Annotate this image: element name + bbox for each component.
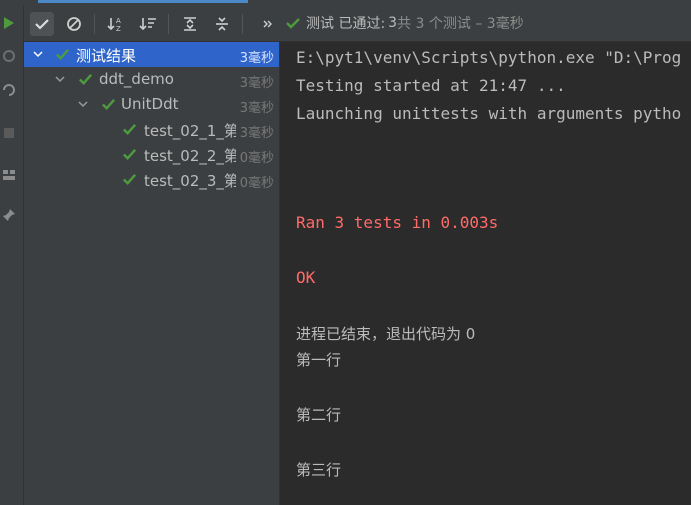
console-output[interactable]: E:\pyt1\venv\Scripts\python.exe "D:\Prog… xyxy=(280,42,691,505)
test-toolbar: AZ 测试 已通过: 3 共 3 个测试 – 3毫秒 xyxy=(24,5,691,42)
console-line: E:\pyt1\venv\Scripts\python.exe "D:\Prog xyxy=(296,48,682,67)
status-check-icon xyxy=(286,18,300,29)
expand-all-button[interactable] xyxy=(178,12,202,36)
console-line-output: 第三行 xyxy=(296,461,342,479)
console-line-output: 第二行 xyxy=(296,406,342,424)
chevron-down-icon[interactable] xyxy=(54,72,66,86)
tree-item-time: 3毫秒 xyxy=(239,51,274,66)
tree-item-label: test_02_1_第 xyxy=(144,122,236,140)
collapse-all-button[interactable] xyxy=(210,12,234,36)
tree-item-label: UnitDdt xyxy=(121,95,179,113)
tree-item-test[interactable]: test_02_2_第 0毫秒 xyxy=(24,142,279,167)
tree-item-time: 3毫秒 xyxy=(239,126,274,141)
sort-alphabetically-button[interactable]: AZ xyxy=(104,12,128,36)
svg-text:A: A xyxy=(116,17,121,25)
more-chevron-icon[interactable] xyxy=(256,12,280,36)
pass-check-icon xyxy=(123,124,137,136)
status-passed-label: 测试 已通过: xyxy=(306,16,386,32)
pass-check-icon xyxy=(56,49,70,61)
left-gutter xyxy=(0,5,24,505)
layout-icon[interactable] xyxy=(0,165,18,185)
pin-icon[interactable] xyxy=(0,205,18,225)
console-line-result: Ran 3 tests in 0.003s xyxy=(296,213,499,232)
rerun-failed-icon[interactable] xyxy=(0,46,18,66)
pass-check-icon xyxy=(123,149,137,161)
show-ignored-button[interactable] xyxy=(62,12,86,36)
toolbar-separator xyxy=(94,14,95,34)
test-results-tree: 测试结果 3毫秒 ddt_demo 3毫秒 UnitDdt 3毫秒 test_0… xyxy=(24,42,279,505)
tree-item-label: test_02_3_第 xyxy=(144,172,236,190)
tree-item-ddt-demo[interactable]: ddt_demo 3毫秒 xyxy=(24,67,279,92)
console-line: Launching unittests with arguments pytho xyxy=(296,104,682,123)
toolbar-separator xyxy=(168,14,169,34)
tree-item-label: test_02_2_第 xyxy=(144,147,236,165)
tree-item-unitddt[interactable]: UnitDdt 3毫秒 xyxy=(24,92,279,117)
chevron-down-icon[interactable] xyxy=(32,47,44,61)
pass-check-icon xyxy=(102,99,116,111)
console-line-output: 第一行 xyxy=(296,351,342,369)
pass-check-icon xyxy=(79,74,93,86)
test-status: 测试 已通过: 3 共 3 个测试 – 3毫秒 xyxy=(285,13,524,33)
toolbar-separator xyxy=(242,14,243,34)
run-icon[interactable] xyxy=(0,13,18,33)
tree-item-test[interactable]: test_02_1_第 3毫秒 xyxy=(24,117,279,142)
tree-item-time: 3毫秒 xyxy=(239,76,274,91)
tree-item-test-results[interactable]: 测试结果 3毫秒 xyxy=(24,42,279,67)
stop-icon[interactable] xyxy=(0,123,18,143)
console-line-exit: 进程已结束，退出代码为 0 xyxy=(296,325,476,343)
chevron-down-icon[interactable] xyxy=(77,97,89,111)
tree-item-time: 0毫秒 xyxy=(239,176,274,191)
console-line: Testing started at 21:47 ... xyxy=(296,76,566,95)
svg-text:Z: Z xyxy=(116,25,121,32)
tree-item-label: ddt_demo xyxy=(99,70,174,88)
tab-indicator xyxy=(38,0,248,3)
tree-item-test[interactable]: test_02_3_第 0毫秒 xyxy=(24,167,279,192)
toggle-auto-test-icon[interactable] xyxy=(0,80,18,100)
show-passed-button[interactable] xyxy=(30,12,54,36)
status-summary: 共 3 个测试 – 3毫秒 xyxy=(397,16,524,32)
tree-item-time: 3毫秒 xyxy=(239,101,274,116)
sort-by-duration-button[interactable] xyxy=(136,12,160,36)
tree-item-label: 测试结果 xyxy=(76,47,137,65)
tree-item-time: 0毫秒 xyxy=(239,151,274,166)
status-passed-count: 3 xyxy=(388,15,398,31)
pass-check-icon xyxy=(123,174,137,186)
console-line-ok: OK xyxy=(296,268,316,287)
